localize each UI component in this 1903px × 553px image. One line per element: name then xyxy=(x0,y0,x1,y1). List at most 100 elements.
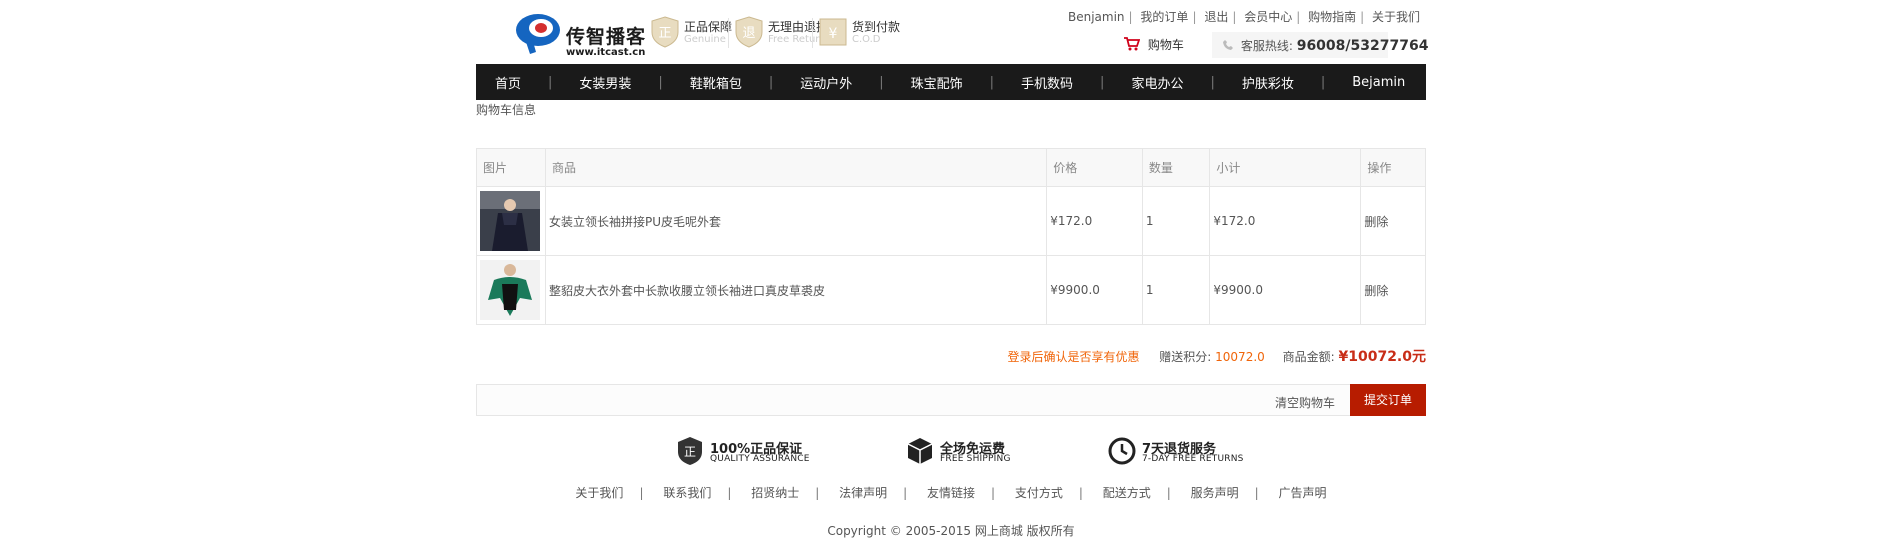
svg-text:退: 退 xyxy=(742,26,755,41)
product-thumbnail[interactable] xyxy=(480,191,540,251)
clock-icon xyxy=(1108,437,1136,465)
nav-item-cosmetics[interactable]: 护肤彩妆 | xyxy=(1232,73,1342,92)
points-value: 10072.0 xyxy=(1215,350,1265,364)
nav-label: 女装男装 xyxy=(579,76,632,92)
subtotal-cell: ¥9900.0 xyxy=(1209,255,1362,325)
table-row: 整貂皮大衣外套中长款收腰立领长袖进口真皮草裘皮 ¥9900.0 1 ¥9900.… xyxy=(476,255,1426,325)
table-row: 女装立领长袖拼接PU皮毛呢外套 ¥172.0 1 ¥172.0 删除 xyxy=(476,186,1426,256)
delete-button[interactable]: 删除 xyxy=(1364,284,1388,298)
member-center-link[interactable]: 会员中心 xyxy=(1244,10,1292,24)
col-header-price: 价格 xyxy=(1046,148,1143,187)
svg-text:正: 正 xyxy=(684,445,696,459)
nav-item-appliances[interactable]: 家电办公 | xyxy=(1121,73,1231,92)
login-discount-tip[interactable]: 登录后确认是否享有优惠 xyxy=(1007,350,1139,364)
shopping-guide-link[interactable]: 购物指南 xyxy=(1308,10,1356,24)
qty-cell: 1 xyxy=(1141,255,1211,325)
about-us-link[interactable]: 关于我们 xyxy=(1372,10,1420,24)
top-links: Benjamin | 我的订单 | 退出 | 会员中心 | 购物指南 | 关于我们 xyxy=(1068,10,1420,24)
product-name-link[interactable]: 整貂皮大衣外套中长款收腰立领长袖进口真皮草裘皮 xyxy=(549,284,825,298)
promise-title: 货到付款 xyxy=(852,20,901,34)
nav-label: 鞋靴箱包 xyxy=(689,76,742,92)
cart-summary: 登录后确认是否享有优惠 赠送积分: 10072.0 商品金额: ¥10072.0… xyxy=(476,346,1426,366)
promise-divider xyxy=(812,18,813,48)
product-name-cell: 整貂皮大衣外套中长款收腰立领长袖进口真皮草裘皮 xyxy=(544,255,1048,325)
footer-link-ads[interactable]: 广告声明 xyxy=(1279,486,1327,500)
nav-item-jewelry[interactable]: 珠宝配饰 | xyxy=(901,73,1011,92)
promise-title: 正品保障 xyxy=(684,20,733,34)
product-image-cell xyxy=(476,255,546,325)
footer-links: 关于我们 | 联系我们 | 招贤纳士 | 法律声明 | 友情链接 | 支付方式 | 配送方式… xyxy=(575,486,1327,500)
phone-icon xyxy=(1223,40,1233,50)
amount-label: 商品金额: xyxy=(1282,350,1335,364)
logo-emblem-icon xyxy=(516,14,560,54)
product-thumbnail[interactable] xyxy=(480,260,540,320)
guarantee-subtitle: 7-DAY FREE RETURNS xyxy=(1142,454,1244,464)
hotline-label: 客服热线: xyxy=(1240,39,1293,53)
nav-label: 首页 xyxy=(495,76,522,92)
promise-subtitle: Genuine xyxy=(684,34,726,45)
nav-label: 护肤彩妆 xyxy=(1241,76,1294,92)
action-cell: 删除 xyxy=(1360,255,1426,325)
nav-label: 运动户外 xyxy=(800,76,853,92)
qty-cell: 1 xyxy=(1141,186,1211,256)
footer-link-payment[interactable]: 支付方式 xyxy=(1015,486,1063,500)
my-orders-link[interactable]: 我的订单 xyxy=(1140,10,1188,24)
nav-item-home[interactable]: 首页 | xyxy=(485,73,569,92)
brand-name: 传智播客 xyxy=(566,26,647,48)
subtotal-cell: ¥172.0 xyxy=(1209,186,1362,256)
points-label: 赠送积分: xyxy=(1159,350,1212,364)
table-header-row: 图片 商品 价格 数量 小计 操作 xyxy=(476,148,1426,187)
cart-label: 购物车 xyxy=(1147,38,1184,52)
price-cell: ¥9900.0 xyxy=(1046,255,1143,325)
delete-button[interactable]: 删除 xyxy=(1364,215,1388,229)
box-icon xyxy=(907,438,933,464)
clear-cart-button[interactable]: 清空购物车 xyxy=(1275,394,1335,411)
cart-link[interactable]: 购物车 xyxy=(1124,36,1184,53)
nav-item-sports[interactable]: 运动户外 | xyxy=(790,73,900,92)
return-shield-icon: 退 xyxy=(735,16,763,48)
user-name-link[interactable]: Benjamin xyxy=(1068,10,1125,24)
product-image-cell xyxy=(476,186,546,256)
product-name-cell: 女装立领长袖拼接PU皮毛呢外套 xyxy=(544,186,1048,256)
footer-link-friends[interactable]: 友情链接 xyxy=(927,486,975,500)
footer-link-jobs[interactable]: 招贤纳士 xyxy=(751,486,799,500)
col-header-product: 商品 xyxy=(544,148,1048,187)
cart-table: 图片 商品 价格 数量 小计 操作 女装立领长袖拼接PU皮毛呢外套 ¥172.0… xyxy=(476,148,1426,325)
brand-domain: www.itcast.cn xyxy=(566,47,646,58)
promise-subtitle: C.O.D xyxy=(852,34,881,45)
nav-item-shoes-bags[interactable]: 鞋靴箱包 | xyxy=(680,73,790,92)
footer-link-about[interactable]: 关于我们 xyxy=(575,486,623,500)
promise-divider xyxy=(728,18,729,48)
nav-item-digital[interactable]: 手机数码 | xyxy=(1011,73,1121,92)
nav-item-apparel[interactable]: 女装男装 | xyxy=(569,73,679,92)
nav-item-user[interactable]: Bejamin xyxy=(1342,75,1415,90)
quality-badge-icon: 正 xyxy=(678,437,702,465)
nav-label: 家电办公 xyxy=(1131,76,1184,92)
svg-text:¥: ¥ xyxy=(829,26,838,42)
footer-link-delivery[interactable]: 配送方式 xyxy=(1103,486,1151,500)
guarantee-subtitle: FREE SHIPPING xyxy=(940,454,1011,464)
amount-value: ¥10072.0元 xyxy=(1338,349,1426,365)
hotline-number: 96008/53277764 xyxy=(1296,38,1429,54)
svg-text:正: 正 xyxy=(658,26,671,41)
nav-label: 手机数码 xyxy=(1021,76,1074,92)
guarantee-subtitle: QUALITY ASSURANCE xyxy=(710,454,810,464)
main-nav: 首页 | 女装男装 | 鞋靴箱包 | 运动户外 | 珠宝配饰 | 手机数码 | 家电办公 | … xyxy=(476,64,1426,100)
logout-link[interactable]: 退出 xyxy=(1204,10,1228,24)
site-header: 传智播客 www.itcast.cn 正 正品保障 Genuine 退 无理由退… xyxy=(476,0,1429,64)
copyright: Copyright © 2005-2015 网上商城 版权所有 xyxy=(827,524,1075,538)
footer-link-contact[interactable]: 联系我们 xyxy=(663,486,711,500)
cart-action-bar: 清空购物车 提交订单 xyxy=(476,384,1426,416)
footer-link-service[interactable]: 服务声明 xyxy=(1191,486,1239,500)
nav-label: Bejamin xyxy=(1352,74,1406,90)
price-cell: ¥172.0 xyxy=(1046,186,1143,256)
action-cell: 删除 xyxy=(1360,186,1426,256)
site-logo[interactable]: 传智播客 www.itcast.cn xyxy=(512,10,646,58)
footer-link-legal[interactable]: 法律声明 xyxy=(839,486,887,500)
product-name-link[interactable]: 女装立领长袖拼接PU皮毛呢外套 xyxy=(549,215,721,229)
cart-section-title: 购物车信息 xyxy=(476,103,537,117)
submit-order-button[interactable]: 提交订单 xyxy=(1350,384,1426,416)
cod-icon: ¥ xyxy=(819,18,847,46)
col-header-qty: 数量 xyxy=(1141,148,1211,187)
nav-label: 珠宝配饰 xyxy=(910,76,963,92)
